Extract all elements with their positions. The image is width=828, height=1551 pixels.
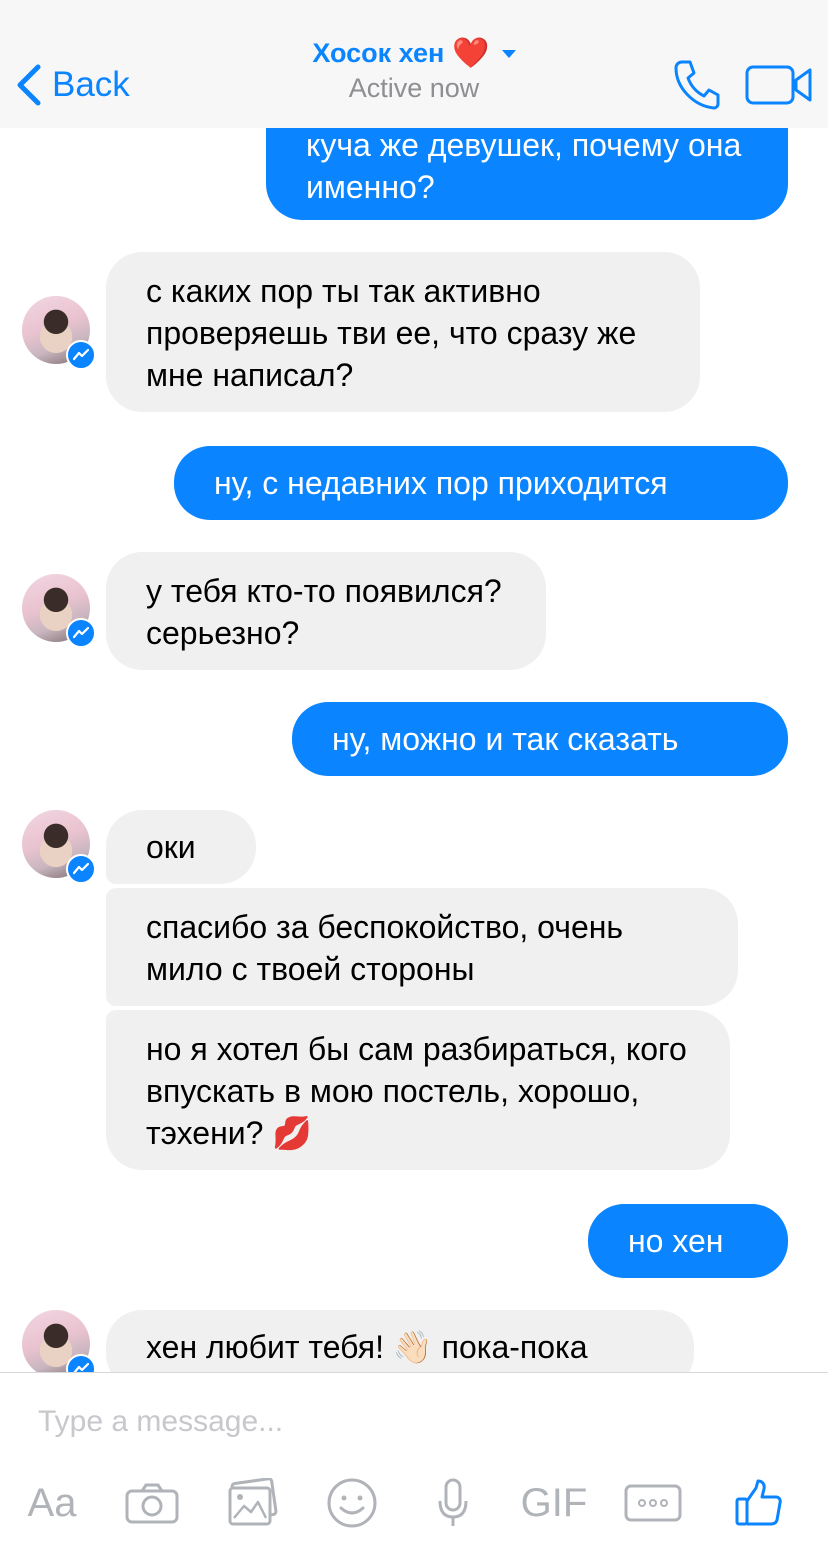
emoji-button[interactable] <box>326 1473 378 1533</box>
message-bubble-received[interactable]: хен любит тебя! 👋🏻 пока-пока <box>106 1310 694 1372</box>
more-button[interactable] <box>624 1473 682 1533</box>
video-call-button[interactable] <box>744 64 814 106</box>
message-bubble-received[interactable]: но я хотел бы сам разбираться, кого впус… <box>106 1010 730 1170</box>
voice-record-button[interactable] <box>436 1473 470 1533</box>
gif-label: GIF <box>520 1480 588 1525</box>
messenger-badge-icon <box>66 340 96 370</box>
avatar[interactable] <box>22 810 96 884</box>
messenger-badge-icon <box>66 618 96 648</box>
gallery-button[interactable] <box>226 1473 280 1533</box>
gif-button[interactable]: GIF <box>518 1473 590 1533</box>
voice-call-button[interactable] <box>672 58 720 110</box>
messenger-badge-icon <box>66 1354 96 1372</box>
text-format-button[interactable]: Aa <box>22 1473 82 1533</box>
thumbs-up-icon <box>735 1479 782 1526</box>
message-list[interactable]: куча же девушек, почему она именно? с ка… <box>0 128 828 1372</box>
avatar[interactable] <box>22 574 96 648</box>
chevron-down-icon <box>501 49 516 58</box>
like-button[interactable] <box>734 1473 784 1533</box>
phone-icon <box>674 60 720 110</box>
avatar[interactable] <box>22 296 96 370</box>
camera-icon <box>125 1483 179 1524</box>
microphone-icon <box>438 1478 468 1526</box>
message-bubble-sent[interactable]: ну, можно и так сказать <box>292 702 788 776</box>
message-input[interactable] <box>36 1395 800 1449</box>
message-bubble-sent[interactable]: ну, с недавних пор приходится <box>174 446 788 520</box>
gallery-icon <box>228 1478 278 1526</box>
message-bubble-received[interactable]: с каких пор ты так активно проверяешь тв… <box>106 252 700 412</box>
message-bubble-sent[interactable]: но хен <box>588 1204 788 1278</box>
camera-button[interactable] <box>124 1473 180 1533</box>
composer: Aa GIF <box>0 1372 828 1551</box>
chat-header: Back Хосок хен ❤️ Active now <box>0 0 828 128</box>
message-bubble-received[interactable]: спасибо за беспокойство, очень мило с тв… <box>106 888 738 1006</box>
message-bubble-sent[interactable]: куча же девушек, почему она именно? <box>266 128 788 220</box>
aa-label: Aa <box>27 1480 77 1525</box>
contact-name: Хосок хен <box>312 38 445 68</box>
emoji-icon <box>327 1478 377 1528</box>
message-bubble-received[interactable]: оки <box>106 810 256 884</box>
message-bubble-received[interactable]: у тебя кто-то появился? серьезно? <box>106 552 546 670</box>
avatar[interactable] <box>22 1310 96 1372</box>
more-icon <box>624 1484 682 1522</box>
video-camera-icon <box>745 65 812 105</box>
messenger-badge-icon <box>66 854 96 884</box>
heart-emoji: ❤️ <box>452 36 490 70</box>
